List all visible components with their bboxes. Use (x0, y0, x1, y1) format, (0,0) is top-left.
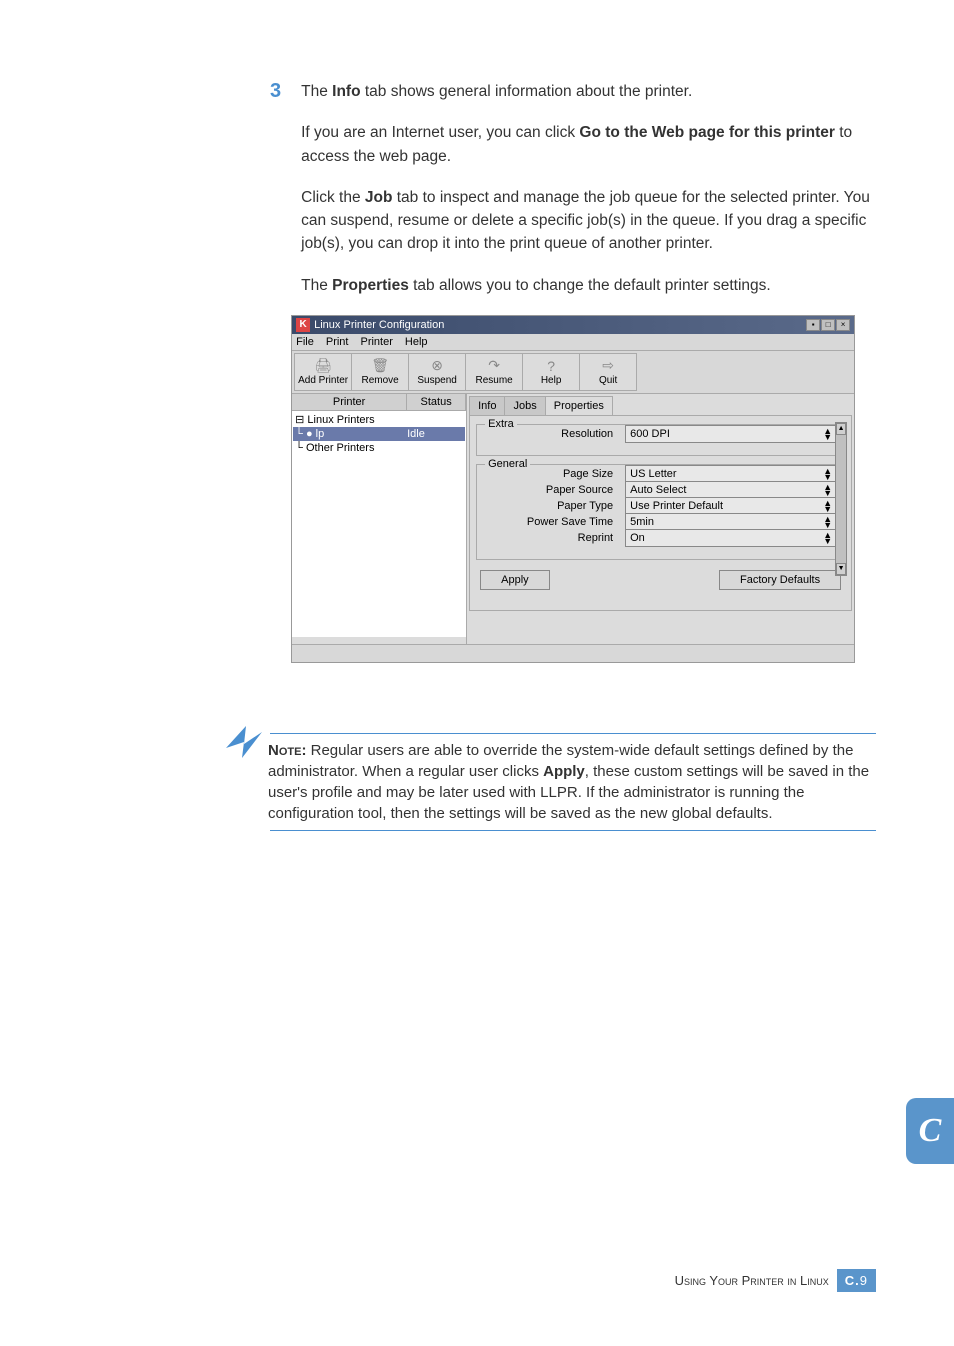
resume-button[interactable]: ↷Resume (465, 353, 523, 391)
statusbar (292, 644, 854, 662)
page-footer: Using Your Printer in Linux C.9 (675, 1269, 876, 1292)
paragraph-job: Click the Job tab to inspect and manage … (301, 186, 876, 256)
suspend-button[interactable]: ⊗Suspend (408, 353, 466, 391)
tab-info[interactable]: Info (469, 396, 505, 415)
group-general: General Page SizeUS Letter▲▼ Paper Sourc… (476, 464, 845, 560)
printer-list-pane: Printer Status ⊟ Linux Printers └ ● lpId… (292, 394, 467, 644)
suspend-icon: ⊗ (431, 357, 443, 374)
printer-tree[interactable]: ⊟ Linux Printers └ ● lpIdle └ Other Prin… (292, 411, 466, 637)
menubar: File Print Printer Help (292, 334, 854, 351)
apply-button[interactable]: Apply (480, 570, 550, 590)
help-icon: ? (547, 358, 555, 374)
printer-icon: 🖨 (314, 357, 332, 374)
maximize-icon[interactable]: □ (821, 319, 835, 331)
note-block: Note: Regular users are able to override… (270, 733, 876, 831)
close-icon[interactable]: × (836, 319, 850, 331)
add-printer-button[interactable]: 🖨Add Printer (294, 353, 352, 391)
col-status[interactable]: Status (407, 394, 466, 410)
tree-row-linux[interactable]: ⊟ Linux Printers (293, 412, 465, 427)
label-paper-type: Paper Type (485, 500, 625, 512)
select-reprint[interactable]: On▲▼ (625, 529, 836, 547)
col-printer[interactable]: Printer (292, 394, 407, 410)
paragraph-info: The Info tab shows general information a… (301, 80, 876, 103)
tab-jobs[interactable]: Jobs (504, 396, 545, 415)
label-reprint: Reprint (485, 532, 625, 544)
quit-icon: ⇨ (602, 357, 614, 374)
section-thumb: C (906, 1098, 954, 1164)
menu-printer[interactable]: Printer (360, 336, 392, 348)
trash-icon: 🗑 (371, 357, 389, 374)
tree-row-lp[interactable]: └ ● lpIdle (293, 427, 465, 441)
group-general-label: General (485, 458, 530, 470)
toolbar: 🖨Add Printer 🗑Remove ⊗Suspend ↷Resume ?H… (292, 351, 854, 394)
note-text: Note: Regular users are able to override… (268, 740, 876, 824)
scroll-up-icon[interactable]: ▲ (836, 423, 846, 435)
properties-panel: Extra Resolution600 DPI▲▼ General Page S… (469, 415, 852, 611)
help-button[interactable]: ?Help (522, 353, 580, 391)
tab-properties[interactable]: Properties (545, 396, 613, 415)
paragraph-web: If you are an Internet user, you can cli… (301, 121, 876, 168)
factory-defaults-button[interactable]: Factory Defaults (719, 570, 841, 590)
label-power-save: Power Save Time (485, 516, 625, 528)
label-paper-source: Paper Source (485, 484, 625, 496)
minimize-icon[interactable]: ▪ (806, 319, 820, 331)
menu-help[interactable]: Help (405, 336, 428, 348)
select-resolution[interactable]: 600 DPI▲▼ (625, 425, 836, 443)
menu-file[interactable]: File (296, 336, 314, 348)
kde-logo-icon: K (296, 318, 310, 332)
tree-row-other[interactable]: └ Other Printers (293, 441, 465, 455)
scroll-down-icon[interactable]: ▼ (836, 563, 846, 575)
note-icon (222, 718, 268, 769)
titlebar: K Linux Printer Configuration ▪ □ × (292, 316, 854, 334)
quit-button[interactable]: ⇨Quit (579, 353, 637, 391)
footer-text: Using Your Printer in Linux (675, 1273, 829, 1288)
dialog-screenshot: K Linux Printer Configuration ▪ □ × File… (291, 315, 855, 663)
scrollbar[interactable]: ▲ ▼ (835, 422, 847, 576)
remove-button[interactable]: 🗑Remove (351, 353, 409, 391)
resume-icon: ↷ (488, 357, 500, 374)
paragraph-properties: The Properties tab allows you to change … (301, 274, 876, 297)
group-extra-label: Extra (485, 418, 517, 430)
menu-print[interactable]: Print (326, 336, 349, 348)
window-title: Linux Printer Configuration (314, 319, 444, 331)
page-number: C.9 (837, 1269, 876, 1292)
step-number: 3 (270, 80, 281, 103)
group-extra: Extra Resolution600 DPI▲▼ (476, 424, 845, 456)
